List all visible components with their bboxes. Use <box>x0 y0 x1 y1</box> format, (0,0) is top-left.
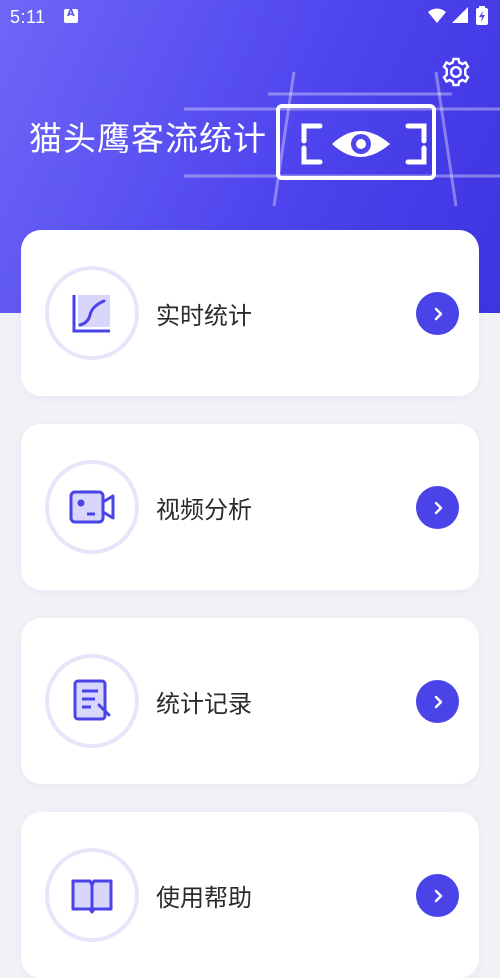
menu-item-realtime-stats[interactable]: 实时统计 <box>21 230 479 396</box>
battery-icon <box>476 6 488 25</box>
go-button[interactable] <box>416 680 459 723</box>
status-time: 5:11 <box>10 7 46 27</box>
chevron-right-icon <box>434 501 442 514</box>
menu-item-stats-records[interactable]: 统计记录 <box>21 618 479 784</box>
eye-icon <box>332 131 390 157</box>
menu-item-icon-badge <box>45 266 139 360</box>
go-button[interactable] <box>416 874 459 917</box>
go-button[interactable] <box>416 292 459 335</box>
gear-icon <box>442 57 470 87</box>
menu-item-label: 使用帮助 <box>156 884 252 912</box>
go-button[interactable] <box>416 486 459 529</box>
line-chart-icon <box>72 295 110 333</box>
page-title: 猫头鹰客流统计 <box>29 119 267 158</box>
notification-icon <box>64 8 78 23</box>
chevron-right-icon <box>434 889 442 902</box>
help-book-icon <box>71 879 113 914</box>
wifi-icon <box>428 8 446 23</box>
menu-item-icon-badge <box>45 848 139 942</box>
document-edit-icon <box>73 679 111 721</box>
menu-item-icon-badge <box>45 654 139 748</box>
chevron-right-icon <box>434 695 442 708</box>
signal-icon <box>452 7 468 23</box>
menu-item-help[interactable]: 使用帮助 <box>21 812 479 978</box>
chevron-right-icon <box>434 307 442 320</box>
status-icons <box>426 6 492 32</box>
menu-item-label: 实时统计 <box>156 302 252 330</box>
menu-item-video-analysis[interactable]: 视频分析 <box>21 424 479 590</box>
menu-item-label: 统计记录 <box>156 690 252 718</box>
menu-item-label: 视频分析 <box>156 496 252 524</box>
settings-button[interactable] <box>440 56 472 88</box>
video-camera-icon <box>69 490 115 524</box>
menu-item-icon-badge <box>45 460 139 554</box>
status-bar: 5:11 <box>0 0 500 34</box>
